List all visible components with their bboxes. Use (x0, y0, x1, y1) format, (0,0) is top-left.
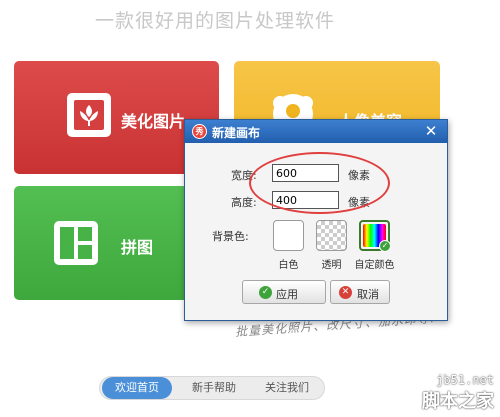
nav-item-home[interactable]: 欢迎首页 (102, 377, 172, 399)
dialog-title: 新建画布 (212, 126, 261, 140)
nav-item-help[interactable]: 新手帮助 (180, 377, 248, 399)
new-canvas-dialog: 秀 新建画布 ✕ 宽度: 像素 高度: 像素 背景色: ✓ 白色 透明 自定颜色… (184, 119, 448, 321)
cancel-circle-icon: ✕ (339, 286, 352, 299)
swatch-transparent[interactable] (316, 220, 347, 251)
swatch-white[interactable] (273, 220, 304, 251)
highlight-annotation (249, 152, 390, 214)
apply-button-label: 应用 (276, 288, 298, 301)
check-icon: ✓ (379, 240, 391, 252)
watermark-url: jb51.net (436, 373, 494, 387)
nav-item-follow[interactable]: 关注我们 (254, 377, 320, 399)
flower-frame-icon (65, 91, 113, 143)
apply-button[interactable]: ✓ 应用 (242, 280, 326, 304)
swatch-custom-color[interactable]: ✓ (359, 220, 391, 252)
cancel-button[interactable]: ✕ 取消 (330, 280, 390, 304)
cancel-button-label: 取消 (357, 288, 379, 301)
watermark-name: 脚本之家 (422, 391, 494, 412)
tagline: 一款很好用的图片处理软件 (94, 10, 335, 32)
swatch-caption: 自定颜色 (354, 260, 395, 271)
layout-grid-icon (52, 219, 100, 271)
swatch-caption: 透明 (321, 260, 342, 271)
close-icon[interactable]: ✕ (423, 123, 439, 139)
watermark: jb51.net 脚本之家 (422, 373, 494, 413)
height-label: 高度: (231, 196, 257, 209)
app-logo-icon: 秀 (192, 124, 207, 139)
dialog-titlebar[interactable]: 秀 新建画布 ✕ (185, 120, 447, 143)
tile-label: 拼图 (121, 238, 154, 257)
swatch-caption: 白色 (278, 260, 299, 271)
bottom-nav: 欢迎首页 新手帮助 关注我们 (99, 376, 325, 400)
tile-label: 美化图片 (121, 112, 186, 131)
background-color-label: 背景色: (212, 230, 249, 243)
check-circle-icon: ✓ (259, 286, 272, 299)
